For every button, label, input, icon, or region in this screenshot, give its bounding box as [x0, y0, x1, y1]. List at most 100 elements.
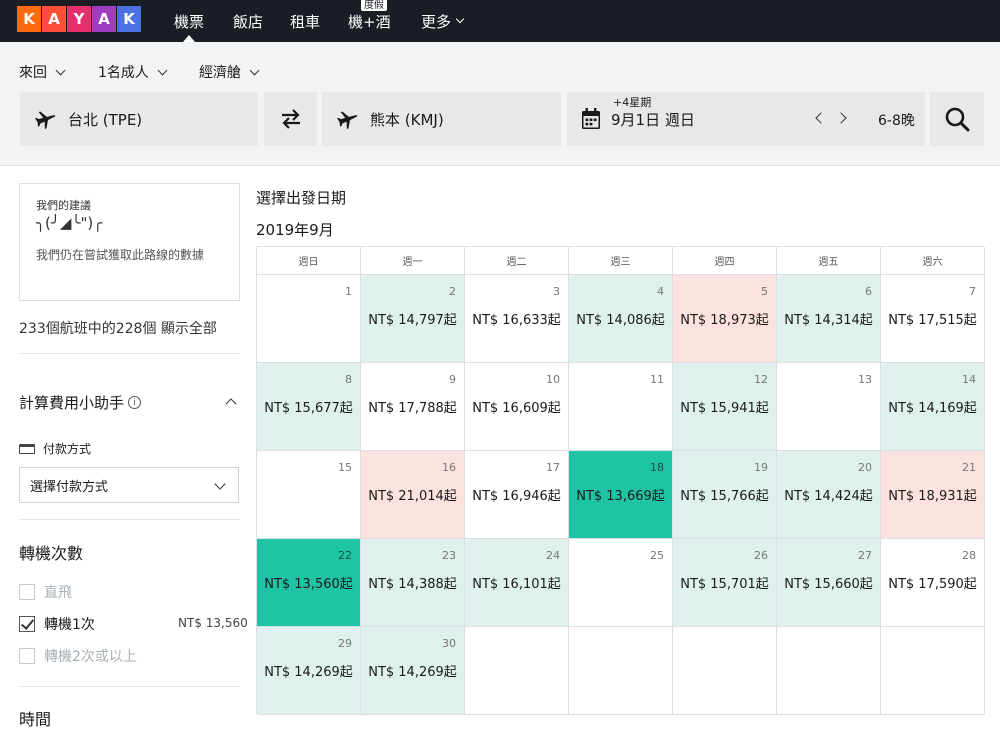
calendar-day-cell[interactable]: 29 NT$ 14,269起	[257, 627, 361, 715]
day-number: 18	[650, 461, 664, 474]
travelers-dropdown[interactable]: 1名成人	[98, 62, 168, 82]
stop-option-nonstop[interactable]: 直飛	[19, 582, 72, 602]
calendar-day-cell[interactable]: 10 NT$ 16,609起	[465, 363, 569, 451]
calendar-day-cell[interactable]: 28 NT$ 17,590起	[881, 539, 985, 627]
day-price: NT$ 21,014起	[368, 489, 457, 504]
checkbox[interactable]	[19, 648, 35, 664]
day-number: 8	[345, 373, 352, 386]
calendar-day-cell[interactable]: 8 NT$ 15,677起	[257, 363, 361, 451]
nav-packages[interactable]: 機+酒	[348, 0, 391, 42]
calendar-day-cell[interactable]: 18 NT$ 13,669起	[569, 451, 673, 539]
day-number: 13	[858, 373, 872, 386]
calendar-day-cell[interactable]: 13	[777, 363, 881, 451]
calendar-day-cell[interactable]: 4 NT$ 14,086起	[569, 275, 673, 363]
stop-option-price: NT$ 13,560	[178, 616, 248, 630]
calendar-day-cell[interactable]: 22 NT$ 13,560起	[257, 539, 361, 627]
fee-calculator-title[interactable]: 計算費用小助手 i	[19, 392, 142, 413]
day-number: 28	[962, 549, 976, 562]
day-number: 14	[962, 373, 976, 386]
stop-option-label: 直飛	[44, 585, 72, 601]
suggestion-card: 我們的建議 ╮(╯◢╰")╭ 我們仍在嘗試獲取此路線的數據	[19, 183, 240, 301]
trip-type-label: 來回	[19, 65, 47, 81]
nights-value[interactable]: 6-8晚	[878, 110, 915, 130]
info-icon[interactable]: i	[128, 396, 142, 409]
day-price: NT$ 15,677起	[264, 401, 353, 416]
nav-cars[interactable]: 租車	[290, 0, 320, 42]
day-number: 19	[754, 461, 768, 474]
checkbox-checked[interactable]	[19, 616, 35, 632]
chevron-left-icon[interactable]	[815, 112, 827, 124]
calendar-day-cell[interactable]: 6 NT$ 14,314起	[777, 275, 881, 363]
calendar-day-cell[interactable]: 26 NT$ 15,701起	[673, 539, 777, 627]
flight-count-line[interactable]: 233個航班中的228個 顯示全部	[19, 318, 217, 338]
chevron-up-icon[interactable]	[225, 398, 237, 410]
plus-weeks-label: +4星期	[613, 95, 652, 109]
payment-method-select[interactable]: 選擇付款方式	[19, 467, 239, 503]
search-options-row: 來回 1名成人 經濟艙	[0, 42, 1000, 92]
nav-flights[interactable]: 機票	[174, 0, 204, 42]
day-price: NT$ 16,101起	[472, 577, 561, 592]
day-number: 26	[754, 549, 768, 562]
nav-more[interactable]: 更多	[421, 0, 465, 42]
nav-more-label: 更多	[421, 12, 452, 31]
calendar-day-cell[interactable]: 19 NT$ 15,766起	[673, 451, 777, 539]
search-button[interactable]	[930, 92, 984, 146]
calendar-day-cell[interactable]: 25	[569, 539, 673, 627]
chevron-down-icon	[157, 65, 168, 75]
calendar-day-cell[interactable]: 2 NT$ 14,797起	[361, 275, 465, 363]
calendar-day-cell[interactable]: 23 NT$ 14,388起	[361, 539, 465, 627]
day-number: 17	[546, 461, 560, 474]
plane-icon	[337, 111, 358, 129]
chevron-down-icon	[214, 478, 226, 490]
day-price: NT$ 16,633起	[472, 313, 561, 328]
date-arrows	[815, 110, 847, 124]
calendar-empty-cell	[673, 627, 777, 715]
calendar-day-cell[interactable]: 27 NT$ 15,660起	[777, 539, 881, 627]
calendar-day-cell[interactable]: 17 NT$ 16,946起	[465, 451, 569, 539]
day-number: 21	[962, 461, 976, 474]
calendar-day-cell[interactable]: 20 NT$ 14,424起	[777, 451, 881, 539]
day-price: NT$ 14,269起	[264, 665, 353, 680]
calendar-month: 2019年9月	[256, 221, 334, 239]
day-number: 4	[657, 285, 664, 298]
calendar-day-cell[interactable]: 15	[257, 451, 361, 539]
stop-option-one-stop[interactable]: 轉機1次	[19, 614, 95, 634]
day-price: NT$ 14,269起	[368, 665, 457, 680]
stop-option-label: 轉機2次或以上	[44, 649, 137, 665]
payment-method-text: 付款方式	[43, 442, 92, 456]
destination-field[interactable]: 熊本 (KMJ)	[322, 92, 561, 146]
origin-field[interactable]: 台北 (TPE)	[20, 92, 258, 146]
logo-letter: Y	[67, 6, 91, 32]
calendar-day-cell[interactable]: 12 NT$ 15,941起	[673, 363, 777, 451]
day-price: NT$ 14,797起	[368, 313, 457, 328]
cabin-dropdown[interactable]: 經濟艙	[199, 62, 260, 82]
day-number: 12	[754, 373, 768, 386]
calendar-day-cell[interactable]: 3 NT$ 16,633起	[465, 275, 569, 363]
origin-value: 台北 (TPE)	[68, 110, 143, 129]
nav-hotels[interactable]: 飯店	[233, 0, 263, 42]
swap-button[interactable]	[264, 92, 317, 146]
day-price: NT$ 14,388起	[368, 577, 457, 592]
divider	[19, 519, 240, 520]
trip-type-dropdown[interactable]: 來回	[19, 62, 66, 82]
weekday-header: 週三	[569, 247, 673, 275]
calendar-day-cell[interactable]: 21 NT$ 18,931起	[881, 451, 985, 539]
calendar-day-cell[interactable]: 11	[569, 363, 673, 451]
calendar-day-cell[interactable]: 30 NT$ 14,269起	[361, 627, 465, 715]
day-number: 15	[338, 461, 352, 474]
kayak-logo[interactable]: KAYAK	[17, 6, 142, 32]
calendar-day-cell[interactable]: 24 NT$ 16,101起	[465, 539, 569, 627]
day-price: NT$ 14,169起	[888, 401, 977, 416]
checkbox[interactable]	[19, 584, 35, 600]
stop-option-two-plus[interactable]: 轉機2次或以上	[19, 646, 137, 666]
chevron-down-icon	[55, 65, 66, 75]
calendar-day-cell[interactable]: 7 NT$ 17,515起	[881, 275, 985, 363]
chevron-right-icon[interactable]	[835, 112, 847, 124]
calendar-day-cell[interactable]: 5 NT$ 18,973起	[673, 275, 777, 363]
calendar-day-cell[interactable]: 14 NT$ 14,169起	[881, 363, 985, 451]
calendar-day-cell[interactable]: 1	[257, 275, 361, 363]
day-number: 20	[858, 461, 872, 474]
calendar-day-cell[interactable]: 16 NT$ 21,014起	[361, 451, 465, 539]
date-field[interactable]: +4星期 9月1日 週日 6-8晚	[567, 92, 925, 146]
calendar-day-cell[interactable]: 9 NT$ 17,788起	[361, 363, 465, 451]
